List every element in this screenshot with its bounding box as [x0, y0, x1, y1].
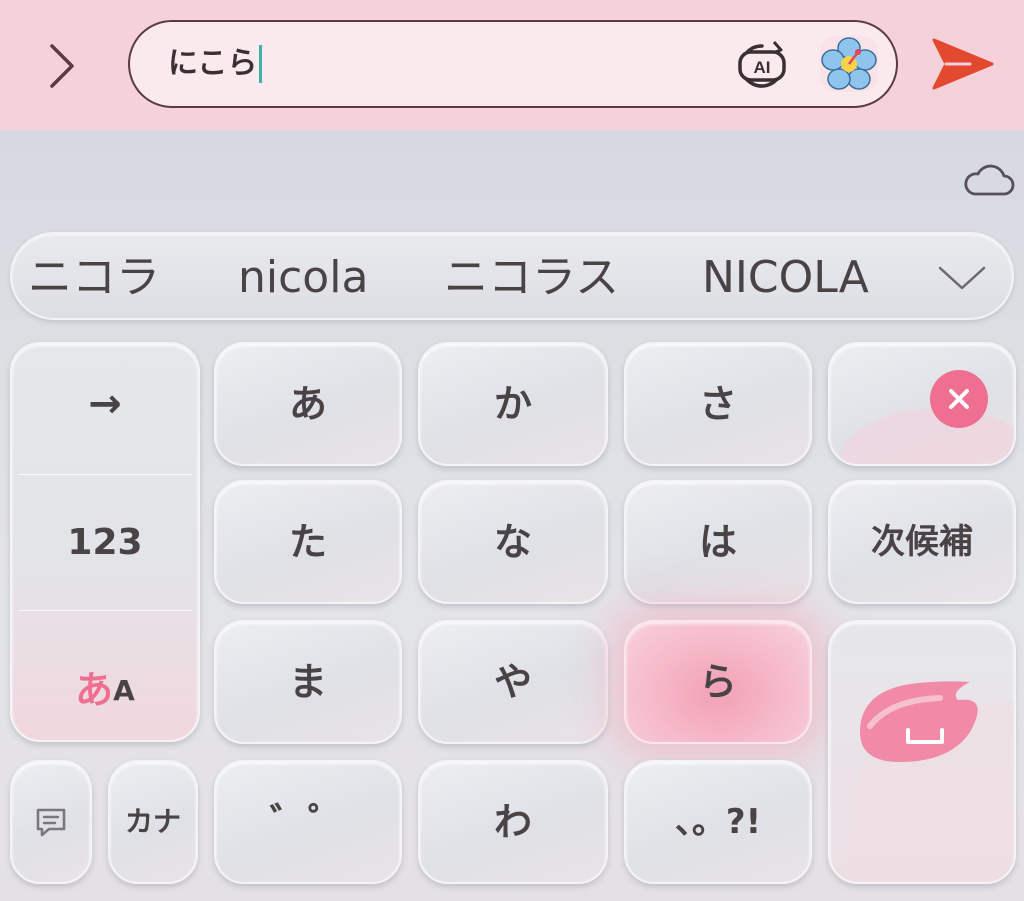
next-candidate-key[interactable]: 次候補: [828, 480, 1016, 604]
key-label: 次候補: [871, 522, 973, 562]
key-label: た: [288, 520, 327, 564]
divider: [18, 610, 192, 611]
key-ya[interactable]: や: [418, 620, 608, 744]
input-value-text: にこら: [168, 46, 258, 81]
key-label: や: [493, 660, 532, 704]
number-mode-label: 123: [67, 521, 143, 563]
candidate-item[interactable]: NICOLA: [702, 250, 869, 306]
chevron-right-icon[interactable]: [40, 40, 86, 92]
cloud-icon[interactable]: [960, 160, 1016, 200]
chevron-down-icon[interactable]: [934, 258, 990, 296]
arrow-right-icon: →: [88, 381, 122, 427]
divider: [18, 474, 192, 475]
key-a[interactable]: あ: [214, 342, 402, 466]
dakuten-key[interactable]: ゛゜: [214, 760, 402, 884]
key-wa[interactable]: わ: [418, 760, 608, 884]
input-mode-key[interactable]: あA: [10, 654, 200, 718]
punctuation-key[interactable]: 、。?!: [624, 760, 812, 884]
return-icon: [848, 681, 1014, 882]
key-label: あ: [288, 382, 327, 426]
alpha-mode-label: A: [113, 673, 135, 707]
key-ra[interactable]: ら: [624, 620, 812, 744]
kana-switch-key[interactable]: カナ: [108, 760, 198, 884]
key-label: ゛゜: [269, 800, 346, 844]
text-caret: [259, 45, 263, 83]
ai-badge-icon[interactable]: AI: [734, 38, 790, 90]
delete-key[interactable]: [828, 342, 1016, 466]
key-label: わ: [493, 800, 532, 844]
key-na[interactable]: な: [418, 480, 608, 604]
cursor-right-key[interactable]: →: [10, 372, 200, 436]
text-input-value[interactable]: にこら: [168, 44, 263, 84]
key-ta[interactable]: た: [214, 480, 402, 604]
hibiscus-icon[interactable]: [818, 34, 880, 94]
ai-label: AI: [754, 58, 771, 77]
candidate-item[interactable]: ニコラ: [28, 250, 160, 306]
key-label: な: [493, 520, 532, 564]
number-mode-key[interactable]: 123: [10, 510, 200, 574]
key-label: 、。?!: [674, 802, 762, 842]
key-label: は: [698, 520, 737, 564]
hiragana-mode-label: あ: [75, 667, 114, 712]
key-label: さ: [698, 382, 737, 426]
send-icon[interactable]: [930, 34, 996, 94]
key-ka[interactable]: か: [418, 342, 608, 466]
candidate-item[interactable]: nicola: [238, 250, 368, 306]
key-ha[interactable]: は: [624, 480, 812, 604]
key-label: か: [493, 382, 532, 426]
petal-decoration: [834, 407, 1014, 464]
close-icon[interactable]: [930, 370, 988, 428]
key-label: カナ: [124, 805, 181, 838]
comment-icon[interactable]: [10, 760, 92, 884]
key-label: ら: [698, 660, 737, 704]
enter-key[interactable]: [828, 620, 1016, 884]
candidate-item[interactable]: ニコラス: [444, 250, 619, 306]
key-label: ま: [288, 660, 327, 704]
key-ma[interactable]: ま: [214, 620, 402, 744]
key-sa[interactable]: さ: [624, 342, 812, 466]
